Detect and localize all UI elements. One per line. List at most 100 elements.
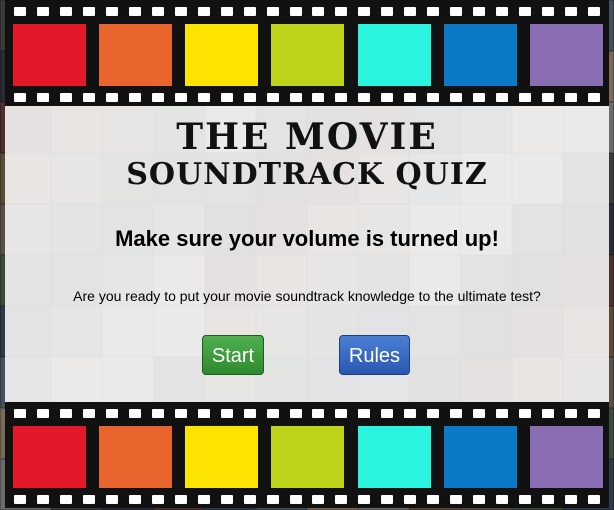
sprocket-row — [5, 4, 609, 18]
color-swatch — [529, 426, 603, 488]
sprocket-hole — [404, 92, 417, 102]
sprocket-hole — [564, 494, 577, 504]
sprocket-hole — [174, 408, 187, 418]
sprocket-hole — [518, 92, 531, 102]
sprocket-hole — [472, 494, 485, 504]
color-swatch — [443, 426, 517, 488]
color-swatch — [529, 24, 603, 86]
sprocket-hole — [518, 6, 531, 16]
volume-heading: Make sure your volume is turned up! — [115, 226, 499, 251]
sprocket-hole — [151, 408, 164, 418]
sprocket-hole — [312, 408, 325, 418]
rules-button[interactable]: Rules — [339, 335, 410, 375]
sprocket-hole — [60, 6, 73, 16]
sprocket-hole — [129, 6, 142, 16]
sprocket-hole — [495, 92, 508, 102]
sprocket-hole — [220, 6, 233, 16]
sprocket-hole — [174, 494, 187, 504]
color-swatch — [185, 426, 259, 488]
sprocket-hole — [381, 494, 394, 504]
sprocket-hole — [197, 408, 210, 418]
sprocket-hole — [587, 408, 600, 418]
sprocket-hole — [174, 6, 187, 16]
sprocket-hole — [289, 408, 302, 418]
color-swatch — [99, 426, 173, 488]
sprocket-hole — [83, 6, 96, 16]
intro-panel: THE MOVIE SOUNDTRACK QUIZ Make sure your… — [5, 106, 609, 402]
sprocket-hole — [266, 408, 279, 418]
sprocket-hole — [37, 92, 50, 102]
game-subtitle: SOUNDTRACK QUIZ — [126, 157, 488, 192]
color-swatch — [357, 426, 431, 488]
sprocket-hole — [381, 92, 394, 102]
color-swatch — [443, 24, 517, 86]
sprocket-hole — [541, 92, 554, 102]
sprocket-hole — [472, 6, 485, 16]
sprocket-hole — [381, 408, 394, 418]
sprocket-hole — [289, 494, 302, 504]
ready-prompt: Are you ready to put your movie soundtra… — [73, 288, 541, 304]
sprocket-hole — [404, 408, 417, 418]
sprocket-hole — [106, 408, 119, 418]
sprocket-hole — [220, 408, 233, 418]
game-title: THE MOVIE — [176, 116, 438, 158]
sprocket-hole — [243, 494, 256, 504]
sprocket-hole — [266, 92, 279, 102]
sprocket-hole — [381, 6, 394, 16]
sprocket-hole — [472, 92, 485, 102]
sprocket-hole — [266, 6, 279, 16]
sprocket-hole — [83, 494, 96, 504]
sprocket-hole — [335, 494, 348, 504]
color-swatch — [13, 24, 86, 86]
sprocket-hole — [312, 6, 325, 16]
sprocket-hole — [312, 92, 325, 102]
sprocket-hole — [449, 494, 462, 504]
sprocket-hole — [289, 92, 302, 102]
sprocket-hole — [541, 494, 554, 504]
quiz-start-screen: THE MOVIE SOUNDTRACK QUIZ Make sure your… — [0, 0, 614, 510]
sprocket-hole — [106, 494, 119, 504]
color-swatch-row — [13, 426, 603, 488]
sprocket-hole — [37, 6, 50, 16]
sprocket-row — [5, 406, 609, 420]
sprocket-hole — [289, 6, 302, 16]
sprocket-hole — [518, 408, 531, 418]
sprocket-hole — [358, 494, 371, 504]
color-swatch — [271, 24, 345, 86]
sprocket-hole — [495, 494, 508, 504]
sprocket-hole — [106, 6, 119, 16]
sprocket-hole — [541, 408, 554, 418]
sprocket-hole — [312, 494, 325, 504]
sprocket-hole — [495, 408, 508, 418]
sprocket-hole — [541, 6, 554, 16]
color-swatch — [271, 426, 345, 488]
sprocket-hole — [449, 6, 462, 16]
sprocket-hole — [83, 92, 96, 102]
sprocket-hole — [14, 92, 27, 102]
color-swatch — [357, 24, 431, 86]
sprocket-hole — [243, 408, 256, 418]
sprocket-hole — [427, 6, 440, 16]
sprocket-hole — [37, 408, 50, 418]
sprocket-hole — [14, 494, 27, 504]
sprocket-hole — [243, 92, 256, 102]
sprocket-hole — [404, 494, 417, 504]
sprocket-hole — [174, 92, 187, 102]
sprocket-hole — [129, 494, 142, 504]
sprocket-hole — [243, 6, 256, 16]
sprocket-hole — [197, 6, 210, 16]
sprocket-hole — [587, 494, 600, 504]
sprocket-hole — [358, 92, 371, 102]
sprocket-hole — [197, 92, 210, 102]
sprocket-hole — [564, 408, 577, 418]
sprocket-hole — [60, 92, 73, 102]
sprocket-hole — [427, 92, 440, 102]
sprocket-hole — [427, 494, 440, 504]
start-button[interactable]: Start — [202, 335, 264, 375]
color-swatch-row — [13, 24, 603, 86]
sprocket-hole — [404, 6, 417, 16]
sprocket-hole — [14, 408, 27, 418]
sprocket-hole — [449, 92, 462, 102]
sprocket-hole — [335, 92, 348, 102]
sprocket-hole — [335, 6, 348, 16]
